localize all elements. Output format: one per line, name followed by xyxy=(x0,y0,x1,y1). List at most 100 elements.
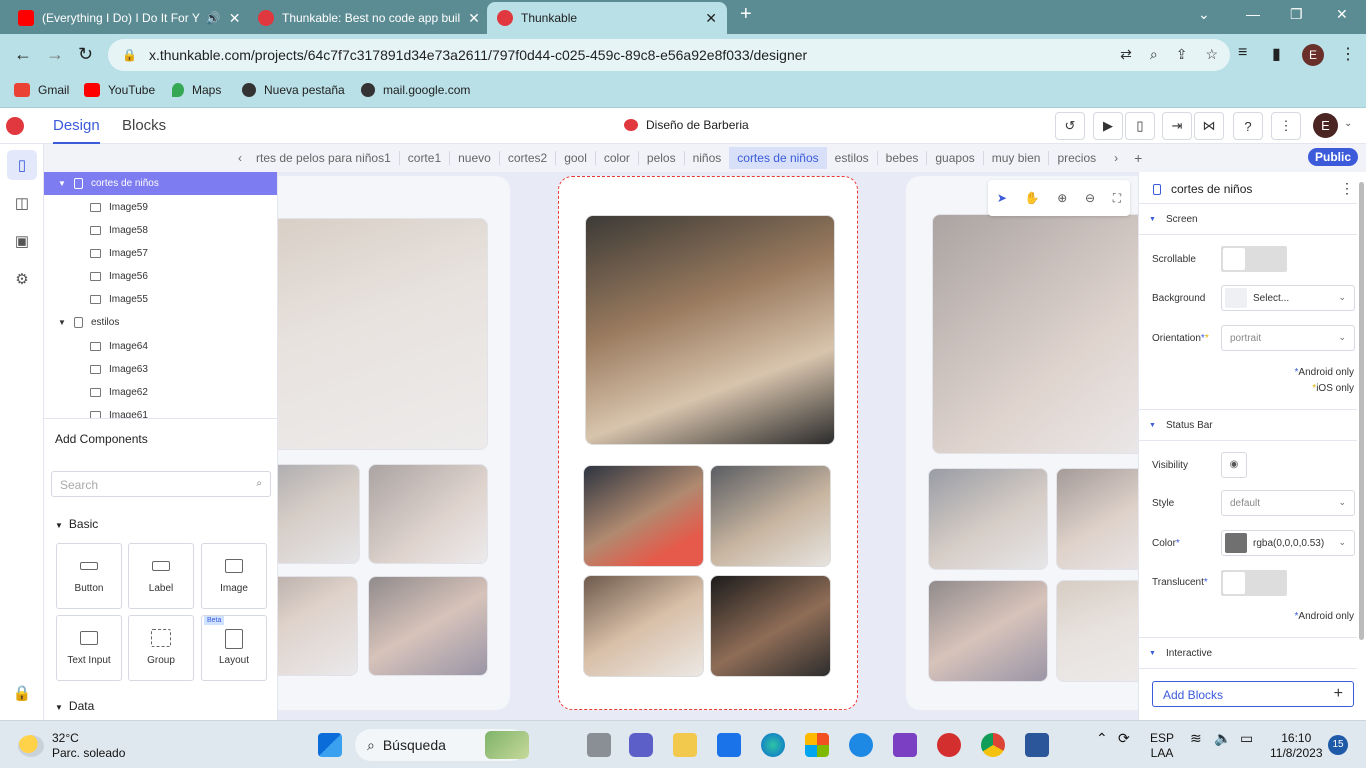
notification-badge[interactable]: 15 xyxy=(1328,735,1348,755)
sync-icon[interactable]: ⟳ xyxy=(1118,731,1130,746)
grid-photo[interactable] xyxy=(278,576,358,676)
battery-icon[interactable]: ▭ xyxy=(1240,731,1253,746)
grid-photo[interactable] xyxy=(368,576,488,676)
tree-node-image[interactable]: Image55 xyxy=(44,288,277,311)
forward-icon[interactable]: → xyxy=(46,44,64,65)
screen-tab[interactable]: gool xyxy=(556,151,596,165)
grid-photo[interactable] xyxy=(583,465,704,567)
bookmark-gmail[interactable]: Gmail xyxy=(14,83,69,97)
grid-photo[interactable] xyxy=(1056,468,1138,570)
project-title[interactable]: Diseño de Barberia xyxy=(624,118,749,132)
add-screen-icon[interactable]: + xyxy=(1128,150,1148,166)
browser-tab-thunkable-active[interactable]: Thunkable ✕ xyxy=(487,2,727,34)
settings-gear-icon[interactable]: ⚙ xyxy=(7,264,37,294)
screen-tab[interactable]: bebes xyxy=(878,151,928,165)
bookmark-star-icon[interactable]: ☆ xyxy=(1205,46,1218,63)
bookmark-nueva-pestana[interactable]: Nueva pestaña xyxy=(242,83,345,97)
hero-photo[interactable] xyxy=(585,215,835,445)
language-indicator[interactable]: ESP LAA xyxy=(1150,731,1174,761)
share-icon[interactable]: ⋈ xyxy=(1194,112,1224,140)
grid-photo[interactable] xyxy=(278,464,360,564)
screen-tab[interactable]: muy bien xyxy=(984,151,1050,165)
screens-icon[interactable]: ▯ xyxy=(7,150,37,180)
component-layout[interactable]: Beta Layout xyxy=(201,615,267,681)
screen-tab[interactable]: color xyxy=(596,151,639,165)
interactive-group-header[interactable]: ▼ Interactive xyxy=(1139,637,1357,669)
grid-photo[interactable] xyxy=(928,580,1048,682)
component-label[interactable]: Label xyxy=(128,543,194,609)
teams-chat-icon[interactable] xyxy=(629,733,653,757)
visibility-eye-icon[interactable]: ◉ xyxy=(1221,452,1247,478)
tree-node-image[interactable]: Image63 xyxy=(44,358,277,381)
zoom-icon[interactable]: ⌕ xyxy=(1150,46,1158,63)
screen-tab[interactable]: rtes de pelos para niños1 xyxy=(248,151,400,165)
grid-photo[interactable] xyxy=(710,575,831,677)
weather-widget[interactable]: 32°C Parc. soleado xyxy=(18,731,125,761)
grid-photo[interactable] xyxy=(710,465,831,567)
basic-section-header[interactable]: ▼ Basic xyxy=(55,517,98,531)
browser-menu-icon[interactable]: ⋮ xyxy=(1340,44,1356,64)
component-image[interactable]: Image xyxy=(201,543,267,609)
component-text-input[interactable]: Text Input xyxy=(56,615,122,681)
screen-tab[interactable]: pelos xyxy=(639,151,685,165)
browser-profile-avatar[interactable]: E xyxy=(1302,44,1324,66)
visual-studio-icon[interactable] xyxy=(893,733,917,757)
grid-photo[interactable] xyxy=(368,464,488,564)
pointer-icon[interactable]: ➤ xyxy=(997,191,1007,205)
hero-photo[interactable] xyxy=(278,218,488,450)
data-sources-icon[interactable]: ◫ xyxy=(7,188,37,218)
edge-icon[interactable] xyxy=(761,733,785,757)
windows-start-icon[interactable] xyxy=(318,733,342,757)
grid-photo[interactable] xyxy=(583,575,704,677)
thunkable-logo-icon[interactable] xyxy=(6,117,24,135)
url-text[interactable]: x.thunkable.com/projects/64c7f7c317891d3… xyxy=(149,47,807,63)
lock-icon[interactable]: 🔒 xyxy=(122,48,137,62)
tree-node-image[interactable]: Image56 xyxy=(44,265,277,288)
hero-photo[interactable] xyxy=(932,214,1138,454)
statusbar-group-header[interactable]: ▼ Status Bar xyxy=(1139,409,1357,441)
lock-icon[interactable]: 🔒 xyxy=(7,678,37,708)
scrollable-toggle[interactable] xyxy=(1221,246,1287,272)
tray-chevron-up-icon[interactable]: ⌃ xyxy=(1096,731,1108,746)
tree-node-screen[interactable]: ▼ estilos xyxy=(44,311,277,334)
screen-tab[interactable]: niños xyxy=(685,151,730,165)
zoom-out-icon[interactable]: ⊖ xyxy=(1085,191,1095,205)
scroll-right-chevron-icon[interactable]: › xyxy=(1104,151,1128,165)
phone-preview-previous[interactable] xyxy=(278,176,510,710)
translucent-toggle[interactable] xyxy=(1221,570,1287,596)
tab-design[interactable]: Design xyxy=(53,117,100,144)
tab-search-chevron-icon[interactable]: ⌄ xyxy=(1198,6,1210,23)
style-select[interactable]: default ⌄ xyxy=(1221,490,1355,516)
minimize-icon[interactable]: — xyxy=(1246,6,1260,22)
properties-scrollbar[interactable] xyxy=(1359,182,1364,640)
url-bar[interactable]: 🔒 x.thunkable.com/projects/64c7f7c317891… xyxy=(108,39,1230,71)
tree-node-screen[interactable]: ▼ cortes de niños xyxy=(44,172,277,195)
tree-node-image[interactable]: Image62 xyxy=(44,381,277,404)
volume-icon[interactable]: 🔈 xyxy=(1214,731,1231,746)
tree-node-image[interactable]: Image64 xyxy=(44,335,277,358)
media-queue-icon[interactable]: ≡ xyxy=(1238,44,1247,62)
phone-preview-selected[interactable] xyxy=(558,176,858,710)
share-icon[interactable]: ⇪ xyxy=(1176,46,1188,63)
color-select[interactable]: rgba(0,0,0,0.53) ⌄ xyxy=(1221,530,1355,556)
bookmark-youtube[interactable]: YouTube xyxy=(84,83,155,97)
assets-icon[interactable]: ▣ xyxy=(7,226,37,256)
word-icon[interactable] xyxy=(1025,733,1049,757)
component-group[interactable]: Group xyxy=(128,615,194,681)
screen-tab-active[interactable]: cortes de niños xyxy=(729,147,827,169)
wifi-icon[interactable]: ≋ xyxy=(1190,731,1202,746)
phone-preview-next[interactable] xyxy=(906,176,1138,710)
zoom-in-icon[interactable]: ⊕ xyxy=(1057,191,1067,205)
store-icon[interactable] xyxy=(805,733,829,757)
tree-node-image[interactable]: Image61 xyxy=(44,404,277,418)
orientation-select[interactable]: portrait ⌄ xyxy=(1221,325,1355,351)
grid-photo[interactable] xyxy=(928,468,1048,570)
close-tab-icon[interactable]: ✕ xyxy=(221,10,241,27)
task-view-icon[interactable] xyxy=(587,733,611,757)
reload-icon[interactable]: ↻ xyxy=(78,44,93,65)
live-test-icon[interactable]: ▯ xyxy=(1125,112,1155,140)
new-tab-icon[interactable]: + xyxy=(740,3,752,26)
public-toggle-button[interactable]: Public xyxy=(1308,148,1358,166)
speaker-icon[interactable]: 🔊 xyxy=(206,11,221,25)
back-icon[interactable]: ← xyxy=(14,44,32,65)
